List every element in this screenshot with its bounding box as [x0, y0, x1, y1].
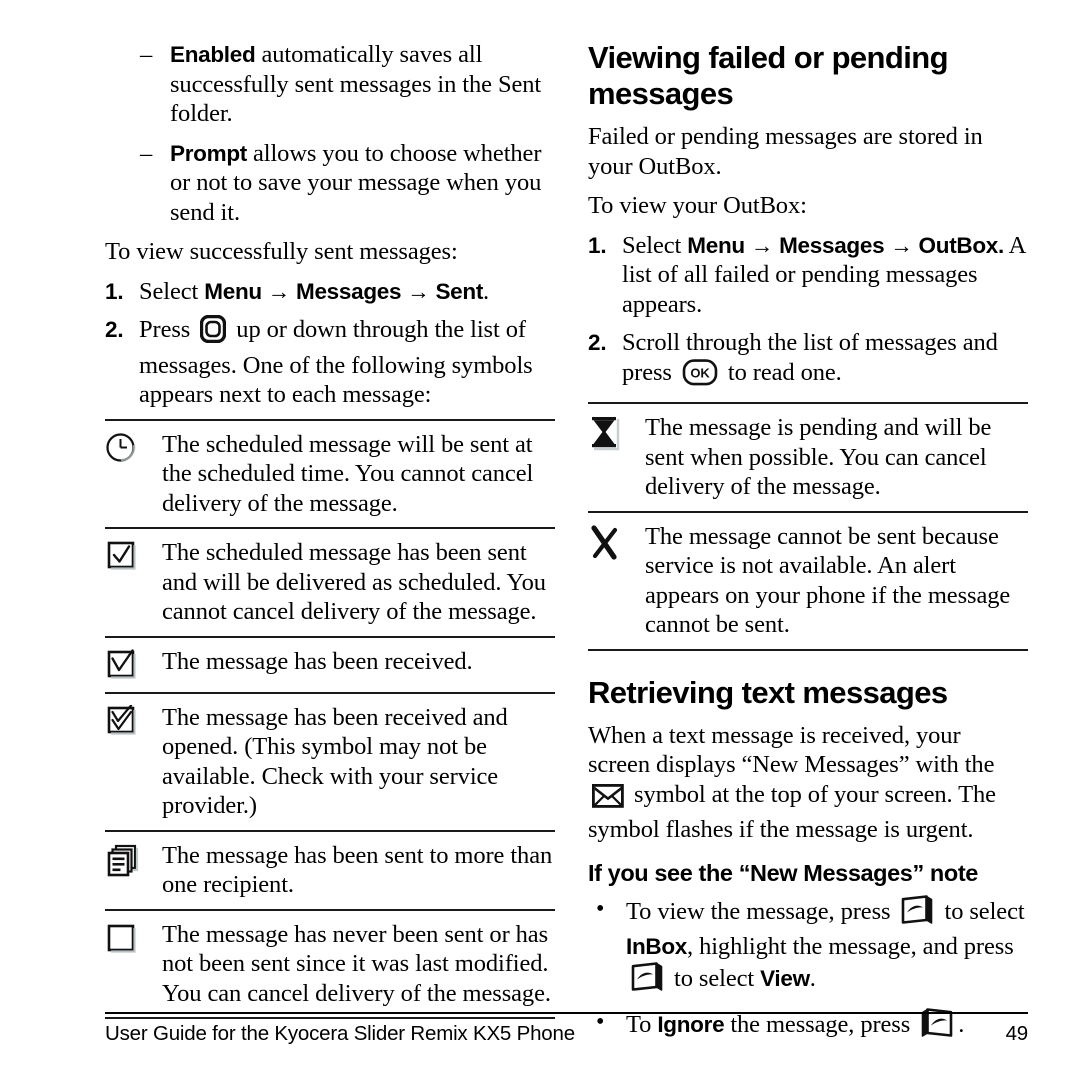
arrow-1: →	[267, 278, 291, 304]
bullet-part-4: to select	[668, 964, 761, 992]
menu-item-sent: Sent	[435, 278, 484, 304]
symbol-text: The message has been sent to more than o…	[162, 841, 553, 899]
step-body: Select Menu → Messages → OutBox. A list …	[622, 231, 1028, 320]
right-softkey-icon	[900, 894, 934, 933]
hourglass-icon	[588, 413, 643, 451]
symbol-row-hourglass: The message is pending and will be sent …	[588, 402, 1028, 511]
symbol-row-checkbox-checked: The scheduled message has been sent and …	[105, 527, 555, 636]
step-2-right: 2. Scroll through the list of messages a…	[588, 328, 1028, 393]
multiple-documents-icon	[105, 841, 160, 879]
menu-item-view: View	[760, 965, 810, 991]
step-body: Press up or down through the list of mes…	[139, 314, 555, 410]
symbol-text: The scheduled message will be sent at th…	[162, 430, 534, 517]
step-pre: Select	[622, 231, 688, 259]
menu-item-menu: Menu	[687, 232, 745, 258]
paragraph-new-messages: When a text message is received, your sc…	[588, 721, 1028, 845]
sub-bullet-prompt: – Prompt allows you to choose whether or…	[105, 139, 555, 228]
page-title-retrieving: Retrieving text messages	[588, 674, 948, 710]
step-2: 2. Press up or down through the list of …	[105, 314, 555, 410]
menu-item-inbox: InBox	[626, 934, 688, 959]
step-pre: Select	[139, 277, 205, 305]
step-pre: Press	[139, 316, 197, 343]
left-column: – Enabled automatically saves all succes…	[105, 40, 555, 1019]
menu-item-messages: Messages	[296, 278, 402, 304]
sub-bullet-text: Prompt allows you to choose whether or n…	[170, 139, 555, 228]
arrow-2: →	[890, 232, 913, 258]
bullet-part-2: to select	[938, 897, 1025, 925]
step-body: Scroll through the list of messages and …	[622, 328, 1028, 393]
step-number: 1.	[105, 278, 124, 304]
bullet-part-3: , highlight the message, and press	[687, 933, 1014, 960]
symbol-row-received-opened: The message has been received and opened…	[105, 691, 555, 830]
step-post: up or down through the list of messages.…	[139, 316, 533, 408]
step-number: 1.	[588, 232, 607, 258]
bullet-part-1: To view the message, press	[626, 897, 897, 925]
subheading-new-messages-note: If you see the “New Messages” note	[588, 859, 978, 886]
paragraph-part-1: When a text message is received, your sc…	[588, 721, 995, 779]
page-footer: User Guide for the Kyocera Slider Remix …	[105, 1012, 1028, 1046]
bullet-part-5: .	[809, 964, 816, 992]
right-symbol-table: The message is pending and will be sent …	[588, 402, 1028, 651]
checkbox-checked-icon	[105, 538, 160, 574]
checkbox-received-opened-icon	[105, 703, 160, 739]
paragraph-outbox-storage: Failed or pending messages are stored in…	[588, 123, 983, 180]
x-mark-icon	[588, 522, 643, 562]
menu-item-outbox: OutBox.	[918, 232, 1005, 258]
bullet-marker: •	[596, 895, 605, 922]
symbol-text: The message has been received.	[162, 647, 473, 675]
symbol-row-cannot-send: The message cannot be sent because servi…	[588, 510, 1028, 651]
svg-text:OK: OK	[690, 365, 710, 380]
symbol-text: The scheduled message has been sent and …	[162, 539, 546, 625]
checkbox-received-icon	[105, 647, 160, 683]
step-number: 2.	[105, 317, 124, 342]
navigation-key-icon	[200, 314, 227, 351]
sub-bullet-enabled: – Enabled automatically saves all succes…	[105, 40, 555, 129]
page-title-viewing-failed: Viewing failed or pending messages	[588, 40, 949, 111]
step-number: 2.	[588, 330, 607, 355]
step-body: Select Menu → Messages → Sent.	[139, 277, 555, 307]
sub-bullet-text: Enabled automatically saves all successf…	[170, 40, 555, 129]
envelope-icon	[591, 783, 624, 816]
term-enabled: Enabled	[170, 42, 256, 67]
clock-icon	[105, 430, 160, 466]
term-prompt: Prompt	[170, 140, 247, 166]
paragraph-to-view-outbox: To view your OutBox:	[588, 192, 807, 219]
symbol-text: The message is pending and will be sent …	[645, 414, 992, 500]
symbol-row-empty-box: The message has never been sent or has n…	[105, 908, 555, 1019]
symbol-text: The message cannot be sent because servi…	[645, 522, 1011, 639]
ok-key-icon: OK	[682, 358, 718, 394]
arrow-1: →	[750, 232, 774, 258]
paragraph-part-2: symbol at the top of your screen. The sy…	[588, 780, 996, 844]
symbol-row-multiple-documents: The message has been sent to more than o…	[105, 829, 555, 909]
dash-marker: –	[140, 139, 153, 167]
intro-paragraph: To view successfully sent messages:	[105, 238, 458, 265]
symbol-row-received: The message has been received.	[105, 635, 555, 692]
symbol-row-clock: The scheduled message will be sent at th…	[105, 418, 555, 528]
document-page: – Enabled automatically saves all succes…	[0, 0, 1080, 1080]
step-post: to read one.	[721, 358, 842, 386]
right-column: Viewing failed or pending messages Faile…	[588, 40, 1028, 1055]
step-post: .	[483, 277, 490, 305]
left-symbol-table: The scheduled message will be sent at th…	[105, 418, 555, 1019]
menu-item-menu: Menu	[204, 278, 262, 304]
menu-item-messages: Messages	[779, 232, 885, 258]
page-number: 49	[1005, 1022, 1029, 1045]
footer-title: User Guide for the Kyocera Slider Remix …	[105, 1022, 575, 1045]
symbol-text: The message has never been sent or has n…	[162, 920, 551, 1007]
right-softkey-icon	[630, 961, 664, 1000]
bullet-view-message: • To view the message, press to select I…	[588, 894, 1028, 1000]
step-1-right: 1. Select Menu → Messages → OutBox. A li…	[588, 231, 1028, 320]
arrow-2: →	[407, 278, 430, 304]
dash-marker: –	[140, 41, 153, 68]
step-1: 1. Select Menu → Messages → Sent.	[105, 277, 555, 307]
bullet-body: To view the message, press to select InB…	[626, 894, 1028, 1000]
symbol-text: The message has been received and opened…	[162, 703, 508, 820]
empty-box-icon	[105, 920, 160, 956]
